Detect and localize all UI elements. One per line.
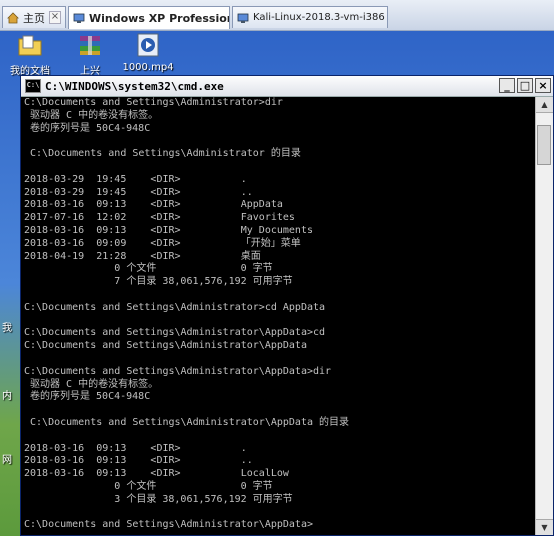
maximize-button[interactable]: □ <box>517 78 533 93</box>
tab-kali-linux[interactable]: Kali-Linux-2018.3-vm-i386 × <box>232 6 388 28</box>
rar-archive-icon <box>80 36 100 55</box>
home-icon <box>7 11 19 23</box>
console-line: 7 个目录 38,061,576,192 可用字节 <box>24 276 293 288</box>
scroll-down-icon[interactable]: ▼ <box>536 519 553 535</box>
console-line: 卷的序列号是 50C4-948C <box>24 391 151 403</box>
tab-windows-xp[interactable]: Windows XP Professional-... × <box>68 6 230 29</box>
console-line: 2018-03-16 09:09 <DIR> 「开始」菜单 <box>24 237 301 249</box>
cmd-window[interactable]: C:\ C:\WINDOWS\system32\cmd.exe _ □ × C:… <box>20 75 554 536</box>
desktop-icon-media[interactable]: 1000.mp4 <box>118 33 178 73</box>
vm-tab-bar: 主页 × Windows XP Professional-... × Kali-… <box>0 0 554 31</box>
scroll-thumb[interactable] <box>537 125 551 165</box>
scroll-up-icon[interactable]: ▲ <box>536 97 553 113</box>
console-line: C:\Documents and Settings\Administrator … <box>24 148 301 160</box>
console-line: 2018-03-16 09:13 <DIR> . <box>24 442 247 454</box>
desktop-icon-label: 1000.mp4 <box>122 62 174 73</box>
console-line: C:\Documents and Settings\Administrator>… <box>24 301 326 313</box>
console-line: 0 个文件 0 字节 <box>24 263 273 275</box>
console-line: C:\Documents and Settings\Administrator\… <box>24 519 313 531</box>
tab-home[interactable]: 主页 × <box>2 6 66 28</box>
console-line: 驱动器 C 中的卷没有标签。 <box>24 378 159 390</box>
console-line: 2018-03-16 09:13 <DIR> AppData <box>24 199 283 211</box>
console-line: 0 个文件 0 字节 <box>24 480 273 492</box>
console-line: 2018-03-16 09:13 <DIR> LocalLow <box>24 468 289 480</box>
vm-icon <box>237 13 249 23</box>
desktop-icon-my-documents[interactable]: 我的文档 <box>0 33 60 77</box>
console-line: 2018-03-16 09:13 <DIR> .. <box>24 455 253 467</box>
console-line: 2018-03-29 19:45 <DIR> . <box>24 173 247 185</box>
console-output[interactable]: C:\Documents and Settings\Administrator>… <box>21 97 535 535</box>
tab-label: Windows XP Professional-... <box>89 11 229 25</box>
desktop-partial-label: 内 <box>2 391 12 402</box>
tab-label: 主页 <box>23 11 45 25</box>
console-line: 2017-07-16 12:02 <DIR> Favorites <box>24 212 295 224</box>
console-line: 驱动器 C 中的卷没有标签。 <box>24 109 159 121</box>
console-line: 2018-03-16 09:13 <DIR> My Documents <box>24 224 313 236</box>
console-line: C:\Documents and Settings\Administrator\… <box>24 340 307 352</box>
minimize-button[interactable]: _ <box>499 78 515 93</box>
tab-label: Kali-Linux-2018.3-vm-i386 <box>253 12 385 23</box>
console-line: 卷的序列号是 50C4-948C <box>24 122 151 134</box>
window-title: C:\WINDOWS\system32\cmd.exe <box>45 79 224 93</box>
console-line: C:\Documents and Settings\Administrator\… <box>24 416 350 428</box>
console-line: C:\Documents and Settings\Administrator\… <box>24 365 332 377</box>
close-icon[interactable]: × <box>49 11 61 24</box>
vm-icon <box>73 13 85 23</box>
console-line: 3 个目录 38,061,576,192 可用字节 <box>24 493 293 505</box>
desktop-partial-label: 我 <box>2 323 12 334</box>
my-documents-icon <box>18 35 42 56</box>
close-button[interactable]: × <box>535 78 551 93</box>
cmd-icon: C:\ <box>25 79 41 93</box>
console-line: 2018-04-19 21:28 <DIR> 桌面 <box>24 250 261 262</box>
console-line: 2018-03-29 19:45 <DIR> .. <box>24 186 253 198</box>
console-line: C:\Documents and Settings\Administrator\… <box>24 327 326 339</box>
media-file-icon <box>137 33 159 57</box>
desktop-partial-label: 网 <box>2 455 12 466</box>
vertical-scrollbar[interactable]: ▲ ▼ <box>535 97 553 535</box>
console-line: C:\Documents and Settings\Administrator>… <box>24 97 283 108</box>
window-titlebar[interactable]: C:\ C:\WINDOWS\system32\cmd.exe _ □ × <box>21 76 553 97</box>
